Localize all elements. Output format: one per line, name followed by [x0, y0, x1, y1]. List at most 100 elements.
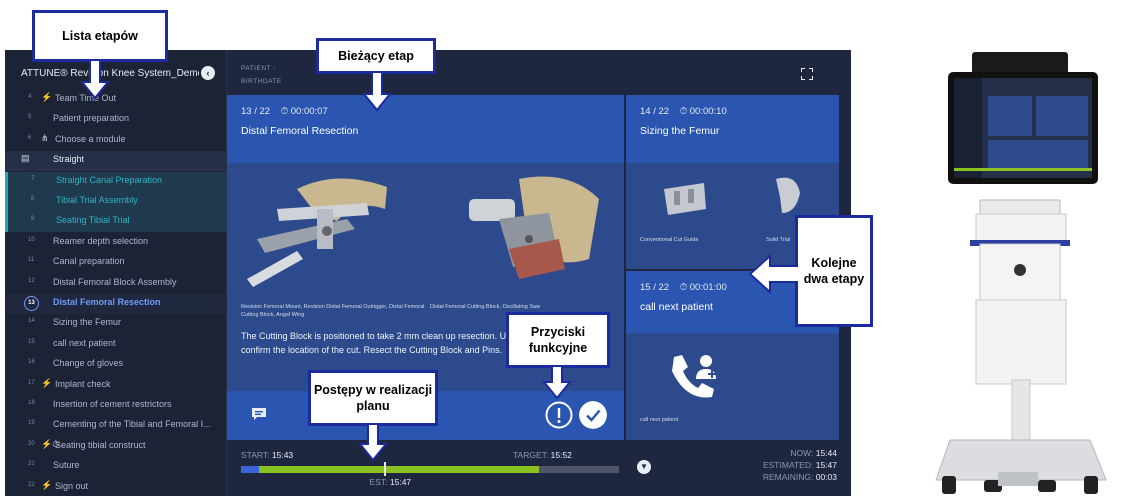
- sidebar-step-item[interactable]: 7 Straight Canal Preparation: [5, 171, 227, 192]
- stopwatch-icon: ⏱: [679, 106, 688, 117]
- sidebar-step-item[interactable]: 9 Seating Tibial Trial: [5, 212, 227, 233]
- second-next-step-counter: 15 / 22: [640, 282, 670, 293]
- sidebar-step-item[interactable]: 13 Distal Femoral Resection: [5, 294, 227, 314]
- est-label: EST:: [369, 477, 388, 487]
- step-label: Sizing the Femur: [53, 317, 122, 328]
- step-label: Implant check: [55, 378, 111, 389]
- remaining-value: 00:03: [815, 472, 837, 482]
- current-step-counter: 13 / 22: [241, 106, 271, 117]
- step-label: Insertion of cement restrictors: [53, 399, 172, 409]
- sidebar-step-item[interactable]: 17 ⚡ Implant check: [5, 376, 227, 396]
- step-number: 11: [28, 257, 35, 264]
- birthdate-label: BIRTHDATE: [241, 78, 282, 85]
- sidebar-step-item[interactable]: 16 Change of gloves: [5, 355, 227, 375]
- step-number: 17: [28, 379, 35, 386]
- sidebar-step-item[interactable]: 14 Sizing the Femur: [5, 314, 227, 334]
- step-number: 4: [28, 94, 32, 100]
- step-label: Change of gloves: [53, 358, 124, 369]
- step-label: Distal Femoral Block Assembly: [53, 276, 177, 287]
- image-caption-left: Revision Femoral Mount, Revision Distal …: [241, 304, 425, 318]
- callout-arrow-next-steps: [748, 253, 798, 295]
- alert-button[interactable]: [545, 401, 573, 429]
- step-label: Patient preparation: [53, 113, 130, 124]
- complete-step-button[interactable]: [579, 401, 607, 429]
- collapse-sidebar-button[interactable]: ‹: [201, 66, 215, 80]
- sidebar-step-item[interactable]: 6 ⋔ Choose a module: [5, 131, 227, 151]
- step-label: Cementing of the Tibial and Femoral I...: [53, 419, 211, 430]
- sidebar-step-item[interactable]: 21 Suture: [5, 457, 227, 477]
- sidebar-step-item[interactable]: 18 Insertion of cement restrictors: [5, 396, 227, 416]
- second-next-step-body: call next patient: [626, 333, 839, 440]
- step-marker-icon: ⋔: [41, 132, 49, 143]
- step-label: Distal Femoral Resection: [53, 297, 161, 307]
- current-step-header: 13 / 22 ⏱ 00:00:07 Distal Femoral Resect…: [227, 95, 624, 163]
- remaining-time: REMAINING: 00:03: [763, 472, 837, 482]
- sidebar-step-item[interactable]: 11 Canal preparation: [5, 253, 227, 273]
- step-number: 16: [28, 359, 35, 366]
- callout-arrow-progress: [358, 424, 388, 462]
- sidebar-group-straight[interactable]: ▤ Straight: [5, 151, 227, 172]
- solid-trial-image: [776, 177, 800, 213]
- step-marker-icon: ⚡: [41, 479, 53, 490]
- cutting-block-image: [449, 169, 609, 299]
- sidebar-step-item[interactable]: 22 ⚡ Sign out: [5, 478, 227, 496]
- sidebar-step-item[interactable]: 12 Distal Femoral Block Assembly: [5, 274, 227, 294]
- est-marker: [383, 462, 386, 476]
- step-label: Straight: [53, 154, 85, 165]
- progress-panel: START: 15:43 TARGET: 15:52 EST: 15:47 ▼ …: [227, 442, 851, 496]
- step-marker-icon: ⚡: [41, 377, 53, 388]
- femoral-mount-image: [237, 169, 407, 299]
- app-screen: ATTUNE® Revision Knee System_Demo ... ‹ …: [5, 50, 851, 496]
- device-cart-photo: [935, 52, 1107, 494]
- sidebar-step-item[interactable]: 15 call next patient: [5, 335, 227, 355]
- image-caption-right: Distal Femoral Cutting Block, Oscillatin…: [430, 304, 541, 310]
- steps-sidebar: ATTUNE® Revision Knee System_Demo ... ‹ …: [5, 50, 227, 496]
- sidebar-step-item[interactable]: 10 Reamer depth selection: [5, 233, 227, 253]
- sidebar-step-item[interactable]: 4 ⚡ Team Time Out: [5, 90, 227, 110]
- step-label: Seating tibial construct: [55, 439, 146, 450]
- callout-current-step: Bieżący etap: [316, 38, 436, 74]
- module-icon: ▤: [21, 153, 30, 164]
- remaining-label: REMAINING:: [762, 472, 814, 482]
- callout-arrow-function-buttons: [542, 366, 572, 400]
- estimated-label: ESTIMATED:: [762, 460, 814, 470]
- step-label: Sign out: [55, 480, 89, 491]
- sidebar-step-item[interactable]: 20 ⚡⏱ Seating tibial construct: [5, 437, 227, 457]
- next-step-header: 14 / 22 ⏱ 00:00:10 Sizing the Femur: [626, 95, 839, 163]
- sidebar-step-item[interactable]: 19 Cementing of the Tibial and Femoral I.…: [5, 416, 227, 436]
- next-step-counter: 14 / 22: [640, 106, 670, 117]
- step-number: 7: [31, 175, 35, 182]
- step-label: Suture: [53, 460, 80, 471]
- current-step-title: Distal Femoral Resection: [241, 125, 359, 137]
- sidebar-step-item[interactable]: 5 Patient preparation: [5, 110, 227, 130]
- callout-arrow-current-step: [362, 72, 392, 112]
- step-number: 5: [28, 114, 32, 121]
- comment-icon[interactable]: [251, 407, 267, 421]
- step-number: 6: [28, 134, 32, 141]
- cut-guide-image: [664, 183, 706, 215]
- start-label: START:: [241, 450, 270, 460]
- callout-function-buttons: Przyciski funkcyjne: [506, 312, 610, 368]
- fullscreen-icon[interactable]: [801, 68, 813, 80]
- step-number: 12: [28, 277, 35, 284]
- callout-next-steps-text: Kolejne dwa etapy: [803, 256, 865, 286]
- step-number: 20: [28, 440, 35, 447]
- expand-progress-button[interactable]: ▼: [637, 460, 651, 474]
- target-value: 15:52: [550, 450, 572, 460]
- second-next-step-caption: call next patient: [640, 417, 679, 423]
- callout-next-steps: Kolejne dwa etapy: [795, 215, 873, 327]
- second-next-step-counter-timer: 15 / 22 ⏱ 00:01:00: [640, 282, 727, 293]
- next-step-timer: 00:00:10: [689, 106, 727, 117]
- callout-progress: Postępy w realizacji planu: [308, 370, 438, 426]
- step-label: Choose a module: [55, 133, 126, 144]
- estimated-value: 15:47: [815, 460, 837, 470]
- step-label: Reamer depth selection: [53, 235, 149, 246]
- target-label: TARGET:: [513, 450, 549, 460]
- est-value: 15:47: [389, 477, 412, 487]
- next-step-caption-1: Conventional Cut Guide: [640, 237, 699, 243]
- now-value: 15:44: [815, 448, 837, 458]
- sidebar-step-item[interactable]: 8 Tibial Trial Assembly: [5, 192, 227, 212]
- now-label: NOW:: [790, 448, 814, 458]
- next-step-caption-2: Solid Trial: [766, 237, 791, 243]
- step-label: Canal preparation: [53, 256, 125, 267]
